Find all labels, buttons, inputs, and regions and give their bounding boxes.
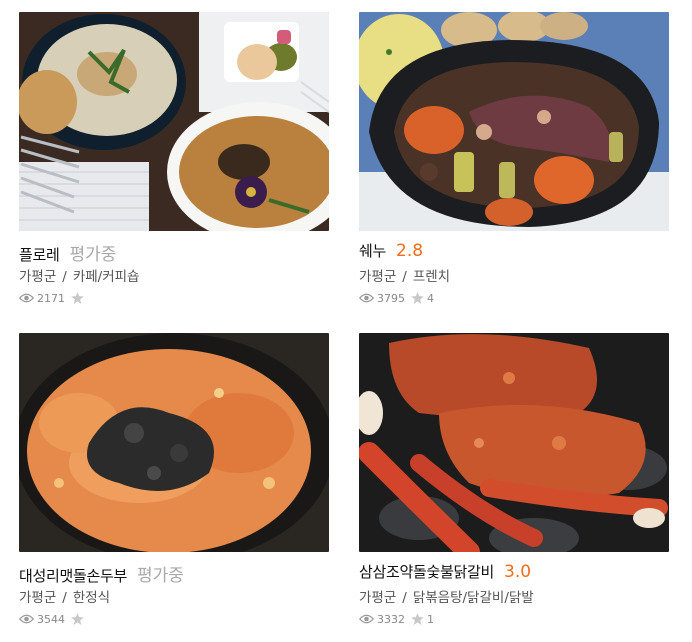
restaurant-name[interactable]: 삼삼조약돌숯불닭갈비 [359, 561, 494, 582]
restaurant-card-chez-nous[interactable]: 쉐누 2.8 가평군 / 프렌치 3795 4 [359, 12, 671, 306]
star-icon [411, 613, 424, 625]
star-icon [71, 613, 84, 625]
restaurant-category: 카페/커피숍 [72, 269, 140, 285]
restaurant-name[interactable]: 플로레 [19, 244, 60, 265]
meta-separator: / [402, 590, 407, 606]
eye-icon [19, 293, 34, 303]
restaurant-stats: 3332 1 [359, 611, 671, 627]
restaurant-meta: 가평군 / 닭볶음탕/닭갈비/닭발 [359, 586, 671, 608]
cafe-food-photo [19, 12, 329, 231]
reviews-stat: 1 [411, 613, 434, 626]
restaurant-category: 프렌치 [412, 269, 451, 285]
restaurant-location: 가평군 [19, 269, 57, 285]
views-stat: 3332 [359, 613, 405, 626]
star-icon [71, 292, 84, 304]
rating-status: 평가중 [137, 566, 184, 586]
title-row: 삼삼조약돌숯불닭갈비 3.0 [359, 561, 671, 585]
restaurant-photo[interactable] [19, 333, 329, 552]
views-stat: 3795 [359, 292, 405, 305]
views-count: 3544 [37, 612, 65, 626]
meta-separator: / [402, 269, 407, 285]
restaurant-location: 가평군 [359, 590, 397, 606]
reviews-stat [71, 292, 87, 304]
restaurant-meta: 가평군 / 카페/커피숍 [19, 265, 331, 287]
views-count: 3332 [377, 612, 405, 626]
restaurant-name[interactable]: 쉐누 [359, 240, 386, 261]
restaurant-card-samsam[interactable]: 삼삼조약돌숯불닭갈비 3.0 가평군 / 닭볶음탕/닭갈비/닭발 3332 1 [359, 333, 671, 627]
restaurant-location: 가평군 [19, 590, 57, 606]
restaurant-photo[interactable] [359, 333, 669, 552]
restaurant-name[interactable]: 대성리맷돌손두부 [19, 565, 127, 586]
reviews-count: 4 [427, 291, 434, 305]
restaurant-stats: 3544 [19, 611, 331, 627]
reviews-stat: 4 [411, 292, 434, 305]
title-row: 대성리맷돌손두부 평가중 [19, 561, 331, 586]
restaurant-category: 한정식 [72, 590, 111, 606]
restaurant-card-daeseongri[interactable]: 대성리맷돌손두부 평가중 가평군 / 한정식 3544 [19, 333, 331, 627]
restaurant-grid: 플로레 평가중 가평군 / 카페/커피숍 2171 쉐누 2.8 가평군 / 프… [0, 0, 692, 642]
restaurant-category: 닭볶음탕/닭갈비/닭발 [412, 590, 534, 606]
restaurant-stats: 2171 [19, 290, 331, 306]
eye-icon [19, 614, 34, 624]
title-row: 플로레 평가중 [19, 240, 331, 265]
rating-score: 3.0 [504, 562, 532, 582]
restaurant-photo[interactable] [19, 12, 329, 231]
eye-icon [359, 293, 374, 303]
reviews-count: 1 [427, 612, 434, 626]
meta-separator: / [62, 590, 67, 606]
views-stat: 2171 [19, 292, 65, 305]
restaurant-location: 가평군 [359, 269, 397, 285]
french-stew-photo [359, 12, 669, 231]
restaurant-card-flore[interactable]: 플로레 평가중 가평군 / 카페/커피숍 2171 [19, 12, 331, 306]
eye-icon [359, 614, 374, 624]
meta-separator: / [62, 269, 67, 285]
views-stat: 3544 [19, 613, 65, 626]
rating-status: 평가중 [69, 245, 117, 265]
restaurant-meta: 가평군 / 프렌치 [359, 265, 671, 287]
tofu-stew-photo [19, 333, 329, 552]
restaurant-meta: 가평군 / 한정식 [19, 586, 331, 608]
star-icon [411, 292, 424, 304]
restaurant-stats: 3795 4 [359, 290, 671, 306]
rating-score: 2.8 [396, 241, 424, 261]
views-count: 3795 [377, 291, 405, 305]
restaurant-photo[interactable] [359, 12, 669, 231]
title-row: 쉐누 2.8 [359, 240, 671, 264]
views-count: 2171 [37, 291, 65, 305]
dakgalbi-photo [359, 333, 669, 552]
reviews-stat [71, 613, 87, 625]
